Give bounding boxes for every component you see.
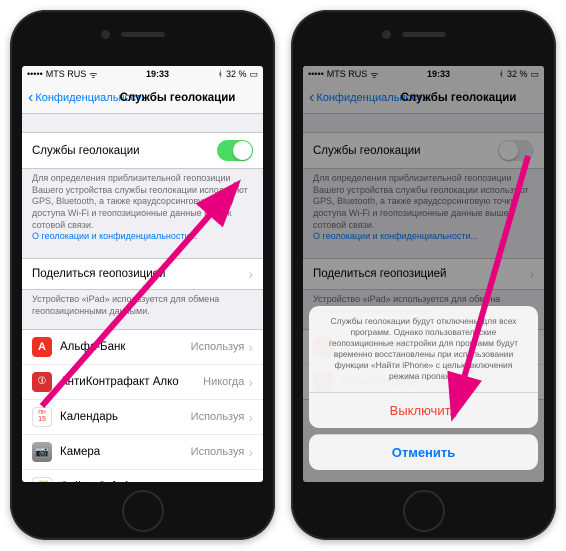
anticontrafact-icon: ⦶ xyxy=(32,372,52,392)
app-status: Используя xyxy=(191,411,245,423)
action-sheet: Службы геолокации будут отключены для вс… xyxy=(309,306,538,476)
clock: 19:33 xyxy=(146,69,169,79)
screen-left: ••••• MTS RUS ᯤ 19:33 ᚼ 32 % ▭ ‹ Конфиде… xyxy=(22,66,263,482)
sheet-message: Службы геолокации будут отключены для вс… xyxy=(309,306,538,392)
location-services-label: Службы геолокации xyxy=(32,145,217,157)
app-name: АнтиКонтрафакт Алко xyxy=(60,376,203,388)
back-button[interactable]: ‹ Конфиденциальность xyxy=(28,90,147,106)
calendar-icon: ПН15 xyxy=(32,407,52,427)
location-toggle-on[interactable] xyxy=(217,140,253,161)
status-bar: ••••• MTS RUS ᯤ 19:33 ᚼ 32 % ▭ xyxy=(22,66,263,82)
wifi-icon: ᯤ xyxy=(89,68,97,81)
iphone-frame-left: ••••• MTS RUS ᯤ 19:33 ᚼ 32 % ▭ ‹ Конфиде… xyxy=(10,10,275,540)
bluetooth-icon: ᚼ xyxy=(218,69,223,79)
app-name: Камера xyxy=(60,446,191,458)
battery-icon: ▭ xyxy=(249,69,258,80)
chevron-right-icon: › xyxy=(248,266,253,282)
app-row[interactable]: ПН15 Календарь Используя › xyxy=(22,399,263,435)
app-row[interactable]: 🧭 Сайты Safari Используя › xyxy=(22,469,263,483)
alfa-bank-icon: A xyxy=(32,337,52,357)
app-status: Используя xyxy=(191,341,245,353)
app-row[interactable]: ⦶ АнтиКонтрафакт Алко Никогда › xyxy=(22,364,263,400)
share-location-cell[interactable]: Поделиться геопозицией › xyxy=(22,258,263,290)
chevron-right-icon: › xyxy=(248,444,253,460)
app-row[interactable]: 📷 Камера Используя › xyxy=(22,434,263,470)
iphone-frame-right: ••••• MTS RUS ᯤ 19:33 ᚼ 32 % ▭ ‹ Конфиде… xyxy=(291,10,556,540)
safari-icon: 🧭 xyxy=(32,477,52,483)
chevron-right-icon: › xyxy=(248,339,253,355)
battery-pct: 32 % xyxy=(226,69,247,79)
carrier: MTS RUS xyxy=(46,69,87,79)
share-footer: Устройство «iPad» используется для обмен… xyxy=(22,289,263,322)
app-name: Сайты Safari xyxy=(60,481,191,483)
app-status: Используя xyxy=(191,446,245,458)
app-status: Никогда xyxy=(203,376,244,388)
app-status: Используя xyxy=(191,481,245,483)
location-services-cell[interactable]: Службы геолокации xyxy=(22,132,263,169)
privacy-link[interactable]: О геолокации и конфиденциальности... xyxy=(32,231,197,241)
app-name: Альфа-Банк xyxy=(60,341,191,353)
nav-bar: ‹ Конфиденциальность Службы геолокации xyxy=(22,82,263,114)
chevron-right-icon: › xyxy=(248,409,253,425)
share-location-label: Поделиться геопозицией xyxy=(32,268,248,280)
signal-dots: ••••• xyxy=(27,69,43,79)
chevron-right-icon: › xyxy=(248,374,253,390)
camera-icon: 📷 xyxy=(32,442,52,462)
footer-text: Для определения приблизительной геопозиц… xyxy=(22,168,263,248)
chevron-left-icon: ‹ xyxy=(28,90,33,106)
chevron-right-icon: › xyxy=(248,479,253,483)
app-row[interactable]: A Альфа-Банк Используя › xyxy=(22,329,263,365)
turn-off-button[interactable]: Выключить xyxy=(309,392,538,428)
screen-right: ••••• MTS RUS ᯤ 19:33 ᚼ 32 % ▭ ‹ Конфиде… xyxy=(303,66,544,482)
back-label: Конфиденциальность xyxy=(35,92,147,104)
cancel-button[interactable]: Отменить xyxy=(309,434,538,470)
app-name: Календарь xyxy=(60,411,191,423)
